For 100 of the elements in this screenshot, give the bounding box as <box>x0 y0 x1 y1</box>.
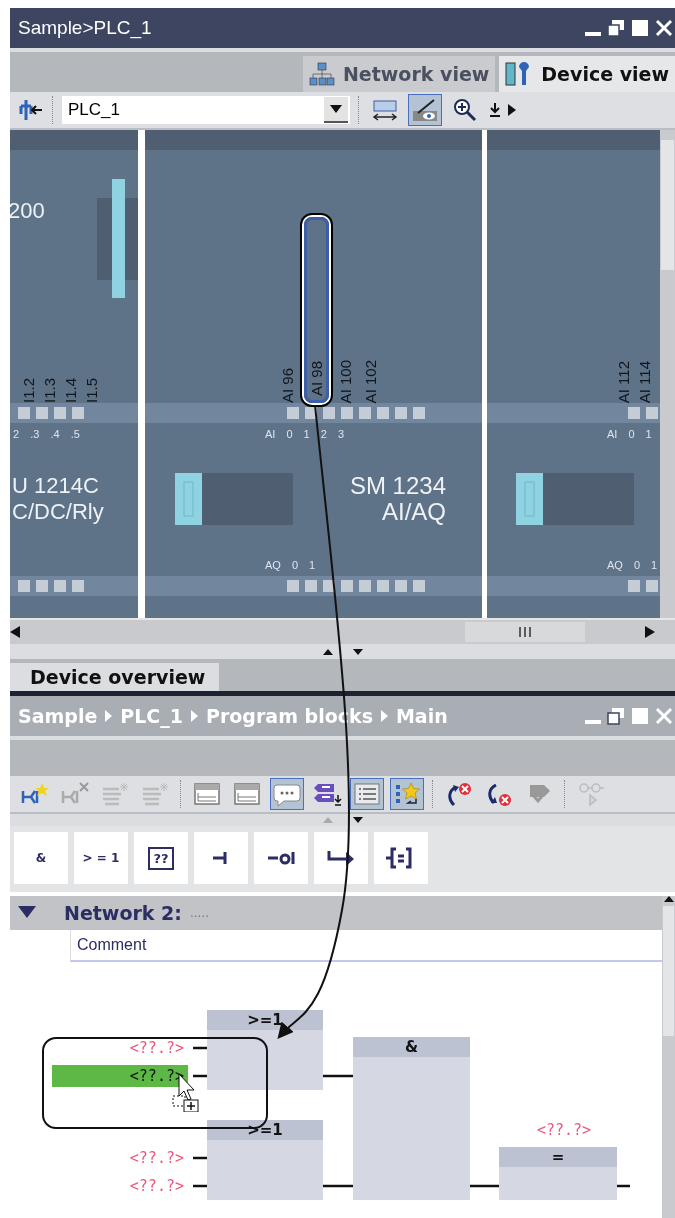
instruction-button[interactable] <box>254 832 308 884</box>
editor-toolbar-button[interactable] <box>270 778 304 810</box>
logic-block[interactable]: >=1 <box>207 1010 323 1090</box>
led-indicator <box>287 407 299 419</box>
led-indicator <box>628 407 640 419</box>
module-drawing[interactable]: AI 112 AI 114 AI 0 1 AQ 0 1 <box>487 130 660 618</box>
instruction-label: > = 1 <box>82 851 120 865</box>
led-indicator <box>72 580 84 592</box>
led-indicator <box>54 407 66 419</box>
operand-placeholder[interactable]: <??.?> <box>110 1147 188 1169</box>
lines-sparkle-icon <box>140 781 170 807</box>
instruction-button[interactable]: & <box>14 832 68 884</box>
toolbar-button[interactable] <box>408 94 442 126</box>
breadcrumb-item[interactable]: Main <box>395 705 448 727</box>
channel-label[interactable]: AI 102 <box>362 359 379 403</box>
branch-arrow-icon <box>326 849 356 867</box>
instruction-button[interactable] <box>314 832 368 884</box>
minimize-icon <box>585 32 601 36</box>
breadcrumb-item[interactable]: Sample <box>18 705 98 727</box>
led-indicator <box>305 580 317 592</box>
device-overview-tab[interactable]: Device overview <box>10 663 220 691</box>
module-drawing[interactable]: AI 96 AI 98 AI 100 AI 102 AI 0 1 2 3 SM 1234 AI/AQ AQ 0 1 <box>145 130 482 618</box>
wire <box>470 1184 499 1188</box>
output-numbers: AQ 0 1 <box>264 558 317 572</box>
comment-field[interactable]: Comment <box>70 930 662 962</box>
collapse-down-icon <box>352 817 363 823</box>
close-icon <box>655 19 673 37</box>
network-header[interactable]: Network 2: ..... <box>10 896 662 930</box>
scroll-left-icon <box>10 626 20 638</box>
led-indicator <box>36 580 48 592</box>
download-arrow-icon <box>488 102 502 118</box>
led-indicator <box>287 580 299 592</box>
collapse-down-icon <box>352 648 363 655</box>
led-indicator <box>395 580 407 592</box>
wire <box>323 1074 353 1078</box>
channel-label[interactable]: I1.4 <box>62 377 79 403</box>
maximize-icon <box>631 707 649 725</box>
operand-placeholder[interactable]: <??.?> <box>110 1175 188 1197</box>
vertical-scrollbar[interactable] <box>662 896 675 1218</box>
device-select[interactable]: PLC_1 <box>62 96 350 124</box>
pencil-eye-icon <box>412 97 438 123</box>
channel-label[interactable]: AI 114 <box>636 360 653 403</box>
channel-numbers: AI 0 1 2 3 <box>264 427 346 442</box>
led-indicator <box>377 580 389 592</box>
instruction-button[interactable]: ?? <box>134 832 188 884</box>
network-arrow-icon <box>18 98 44 122</box>
led-indicator <box>646 407 658 419</box>
restore-icon <box>607 707 625 725</box>
instruction-button[interactable] <box>374 832 428 884</box>
channel-label[interactable]: AI 96 <box>279 367 296 403</box>
channel-numbers: 2 .3 .4 .5 <box>12 427 81 442</box>
led-indicator <box>395 407 407 419</box>
network-title-placeholder[interactable]: ..... <box>189 906 209 920</box>
box-instruction-label: ?? <box>148 846 174 870</box>
led-indicator <box>628 580 640 592</box>
list-icon <box>352 781 382 807</box>
led-indicator <box>18 580 30 592</box>
led-indicator <box>18 407 30 419</box>
channel-numbers: AI 0 1 <box>606 427 653 442</box>
editor-toolbar-button[interactable] <box>390 778 424 810</box>
scroll-right-icon <box>645 626 655 638</box>
led-indicator <box>36 407 48 419</box>
ruler-icon <box>372 98 398 122</box>
led-indicator <box>359 580 371 592</box>
breadcrumb-arrow-icon <box>191 710 198 722</box>
channel-label[interactable]: I1.2 <box>20 377 37 403</box>
vertical-scrollbar[interactable] <box>660 130 675 618</box>
channel-label[interactable]: I1.3 <box>41 377 58 403</box>
maximize-icon <box>631 19 649 37</box>
horizontal-scrollbar[interactable] <box>10 618 675 644</box>
output-operand-placeholder[interactable]: <??.?> <box>529 1119 599 1141</box>
instruction-button[interactable]: > = 1 <box>74 832 128 884</box>
output-numbers: AQ 0 1 <box>606 558 659 572</box>
module-name: U 1214C C/DC/Rly <box>12 473 104 525</box>
led-indicator <box>54 580 66 592</box>
window-title: Sample>PLC_1 <box>18 17 152 39</box>
panel-icon <box>232 781 262 807</box>
logic-block[interactable]: & <box>353 1037 470 1200</box>
operand-placeholder[interactable]: <??.?> <box>110 1037 188 1059</box>
channel-label[interactable]: I1.5 <box>83 377 100 403</box>
view-tab[interactable]: Device view <box>499 56 675 92</box>
logic-block[interactable]: = <box>499 1147 617 1200</box>
channel-label[interactable]: AI 112 <box>615 360 632 403</box>
channel-label[interactable]: AI 100 <box>337 359 354 403</box>
scroll-up-icon <box>663 896 674 902</box>
led-indicator <box>72 407 84 419</box>
led-indicator <box>341 580 353 592</box>
speech-bubble-icon <box>272 781 302 807</box>
tags-download-icon <box>312 781 342 807</box>
zoom-in-icon <box>453 98 477 122</box>
operand-placeholder[interactable]: <??.?> <box>52 1065 188 1087</box>
panel-icon <box>192 781 222 807</box>
instruction-label: & <box>35 851 47 865</box>
breadcrumb-item[interactable]: PLC_1 <box>120 705 183 727</box>
close-icon <box>655 707 673 725</box>
led-indicator <box>341 407 353 419</box>
dropdown-caret-icon <box>330 105 342 113</box>
view-tab[interactable]: Network view <box>302 56 496 92</box>
negated-input-icon <box>266 850 296 866</box>
minimize-icon <box>585 720 601 724</box>
